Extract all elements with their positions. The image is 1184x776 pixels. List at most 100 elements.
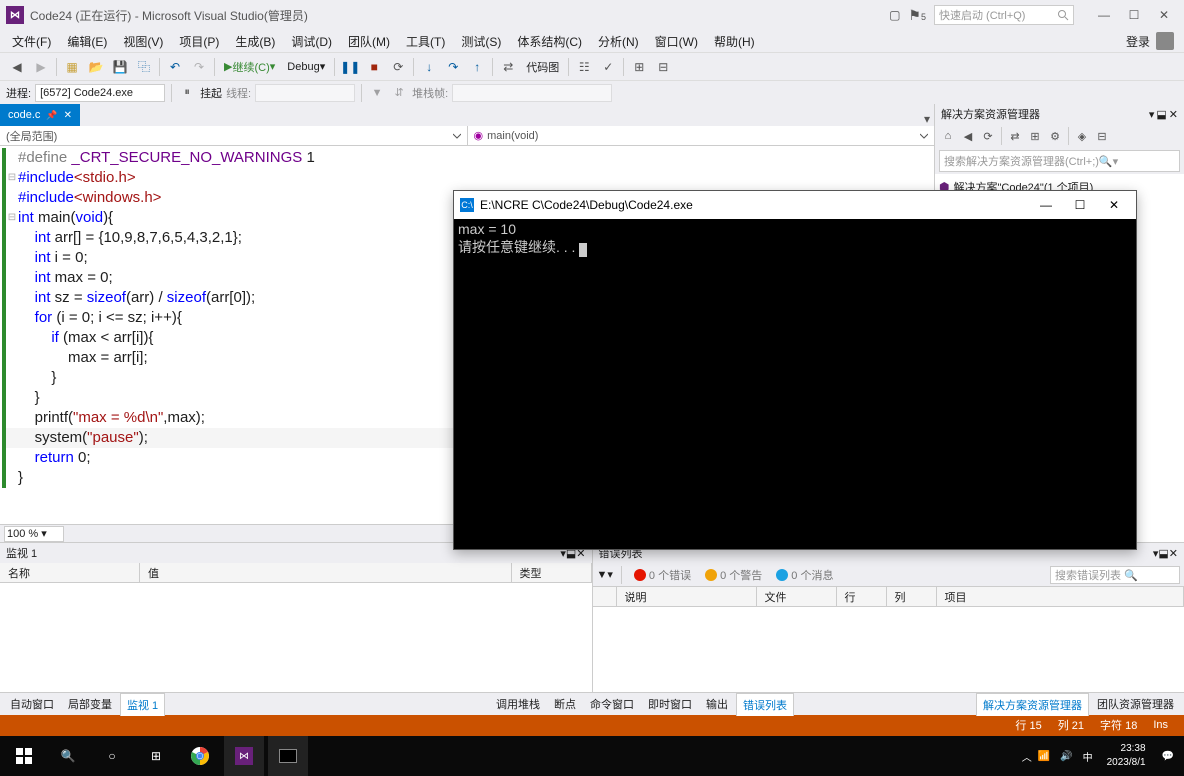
console-maximize-button[interactable]: ☐ (1064, 193, 1096, 217)
toolbar-button[interactable]: ⇄ (497, 56, 519, 78)
menu-项目p[interactable]: 项目(P) (171, 31, 227, 52)
redo-button[interactable]: ↷ (188, 56, 210, 78)
tab-解决方案资源管理器[interactable]: 解决方案资源管理器 (976, 693, 1089, 716)
search-icon[interactable]: 🔍 (48, 736, 88, 776)
new-button[interactable]: ▦ (61, 56, 83, 78)
code-line[interactable]: #define _CRT_SECURE_NO_WARNINGS 1 (2, 148, 934, 168)
preview-icon[interactable]: ◈ (1073, 127, 1091, 145)
minimize-button[interactable]: ― (1090, 5, 1118, 25)
save-button[interactable]: 💾 (109, 56, 131, 78)
menu-体系结构c[interactable]: 体系结构(C) (509, 31, 590, 52)
dropdown-icon[interactable]: ▾ (1149, 108, 1155, 121)
close-icon[interactable]: ✕ (1169, 108, 1178, 121)
stackframe-select[interactable] (452, 84, 612, 102)
menu-分析n[interactable]: 分析(N) (590, 31, 647, 52)
collapse-icon[interactable]: ⊟ (1093, 127, 1111, 145)
volume-icon[interactable]: 🔊 (1056, 751, 1076, 762)
save-all-button[interactable]: ⿻ (133, 56, 155, 78)
chrome-icon[interactable] (180, 736, 220, 776)
cortana-icon[interactable]: ○ (92, 736, 132, 776)
wifi-icon[interactable]: 📶 (1034, 751, 1054, 762)
menu-编辑e[interactable]: 编辑(E) (59, 31, 115, 52)
error-search-input[interactable]: 搜索错误列表 🔍 (1050, 566, 1180, 584)
step-over-button[interactable]: ↷ (442, 56, 464, 78)
tab-命令窗口[interactable]: 命令窗口 (584, 693, 640, 715)
console-minimize-button[interactable]: ― (1030, 193, 1062, 217)
task-view-icon[interactable]: ⊞ (136, 736, 176, 776)
quick-launch-input[interactable]: 快速启动 (Ctrl+Q) (934, 5, 1074, 25)
pause-button[interactable]: ❚❚ (339, 56, 361, 78)
sync-icon[interactable]: ⇄ (1006, 127, 1024, 145)
close-button[interactable]: ✕ (1150, 5, 1178, 25)
menu-视图v[interactable]: 视图(V) (115, 31, 171, 52)
toolbar-button-4[interactable]: ⊞ (628, 56, 650, 78)
menu-生成b[interactable]: 生成(B) (227, 31, 283, 52)
doc-tab-code-c[interactable]: code.c 📌 ✕ (0, 104, 80, 126)
scope-dropdown[interactable]: (全局范围) (0, 126, 468, 145)
menu-文件f[interactable]: 文件(F) (4, 31, 59, 52)
continue-button[interactable]: ▶ 继续(C) ▾ (219, 58, 280, 76)
console-close-button[interactable]: ✕ (1098, 193, 1130, 217)
tab-断点[interactable]: 断点 (548, 693, 582, 715)
maximize-button[interactable]: ☐ (1120, 5, 1148, 25)
refresh-icon[interactable]: ⟳ (979, 127, 997, 145)
toolbar-button-5[interactable]: ⊟ (652, 56, 674, 78)
filter-icon[interactable]: ▼▾ (597, 568, 613, 581)
login-link[interactable]: 登录 (1126, 33, 1150, 50)
toolbar-button-2[interactable]: ☷ (573, 56, 595, 78)
menu-调试d[interactable]: 调试(D) (283, 31, 340, 52)
step-into-button[interactable]: ↓ (418, 56, 440, 78)
tab-错误列表[interactable]: 错误列表 (736, 693, 794, 716)
back-icon[interactable]: ◀ (959, 127, 977, 145)
clock[interactable]: 23:38 2023/8/1 (1099, 742, 1154, 770)
errors-filter[interactable]: 0 个错误 (630, 565, 695, 585)
undo-button[interactable]: ↶ (164, 56, 186, 78)
properties-icon[interactable]: ⚙ (1046, 127, 1064, 145)
nav-fwd-button[interactable]: ▶ (30, 56, 52, 78)
code-line[interactable]: ⊟#include<stdio.h> (2, 168, 934, 188)
step-out-button[interactable]: ↑ (466, 56, 488, 78)
close-icon[interactable]: ✕ (64, 110, 72, 121)
console-window[interactable]: C:\ E:\NCRE C\Code24\Debug\Code24.exe ― … (453, 190, 1137, 550)
notifications-flag-icon[interactable]: ⚑5 (908, 7, 926, 24)
filter-button[interactable]: ▼ (368, 84, 386, 102)
nav-button[interactable]: ⇵ (390, 84, 408, 102)
suspend-button[interactable]: ⏸ (178, 84, 196, 102)
pin-icon[interactable]: ⬓ (1156, 108, 1166, 121)
ime-icon[interactable]: 中 (1079, 749, 1097, 764)
home-icon[interactable]: ⌂ (939, 127, 957, 145)
tab-局部变量[interactable]: 局部变量 (62, 693, 118, 715)
visualstudio-icon[interactable]: ⋈ (224, 736, 264, 776)
open-button[interactable]: 📂 (85, 56, 107, 78)
thread-select[interactable] (255, 84, 355, 102)
restart-button[interactable]: ⟳ (387, 56, 409, 78)
tab-即时窗口[interactable]: 即时窗口 (642, 693, 698, 715)
config-dropdown[interactable]: Debug ▾ (282, 59, 330, 74)
zoom-select[interactable]: 100 % ▾ (4, 526, 64, 542)
toolbar-button-3[interactable]: ✓ (597, 56, 619, 78)
tab-overflow-button[interactable]: ▾ (920, 112, 934, 126)
solution-search-input[interactable]: 搜索解决方案资源管理器(Ctrl+;) 🔍▾ (939, 150, 1180, 172)
nav-back-button[interactable]: ◀ (6, 56, 28, 78)
tab-监视 1[interactable]: 监视 1 (120, 693, 165, 716)
menu-窗口w[interactable]: 窗口(W) (647, 31, 706, 52)
tab-调用堆栈[interactable]: 调用堆栈 (490, 693, 546, 715)
start-button[interactable] (4, 736, 44, 776)
console-taskbar-icon[interactable] (268, 736, 308, 776)
process-select[interactable]: [6572] Code24.exe (35, 84, 165, 102)
avatar-icon[interactable] (1156, 32, 1174, 50)
show-all-icon[interactable]: ⊞ (1026, 127, 1044, 145)
warnings-filter[interactable]: 0 个警告 (701, 565, 766, 585)
tab-输出[interactable]: 输出 (700, 693, 734, 715)
menu-团队m[interactable]: 团队(M) (340, 31, 398, 52)
menu-工具t[interactable]: 工具(T) (398, 31, 453, 52)
pin-icon[interactable]: 📌 (46, 110, 57, 121)
tray-up-icon[interactable]: ︿ (1022, 749, 1032, 764)
tab-自动窗口[interactable]: 自动窗口 (4, 693, 60, 715)
member-dropdown[interactable]: ◉main(void) (468, 126, 935, 145)
feedback-icon[interactable]: ▢ (889, 8, 900, 22)
menu-帮助h[interactable]: 帮助(H) (706, 31, 763, 52)
notifications-icon[interactable]: 💬 (1156, 751, 1180, 762)
tab-团队资源管理器[interactable]: 团队资源管理器 (1091, 693, 1180, 715)
code-map-button[interactable]: 代码图 (521, 58, 564, 76)
